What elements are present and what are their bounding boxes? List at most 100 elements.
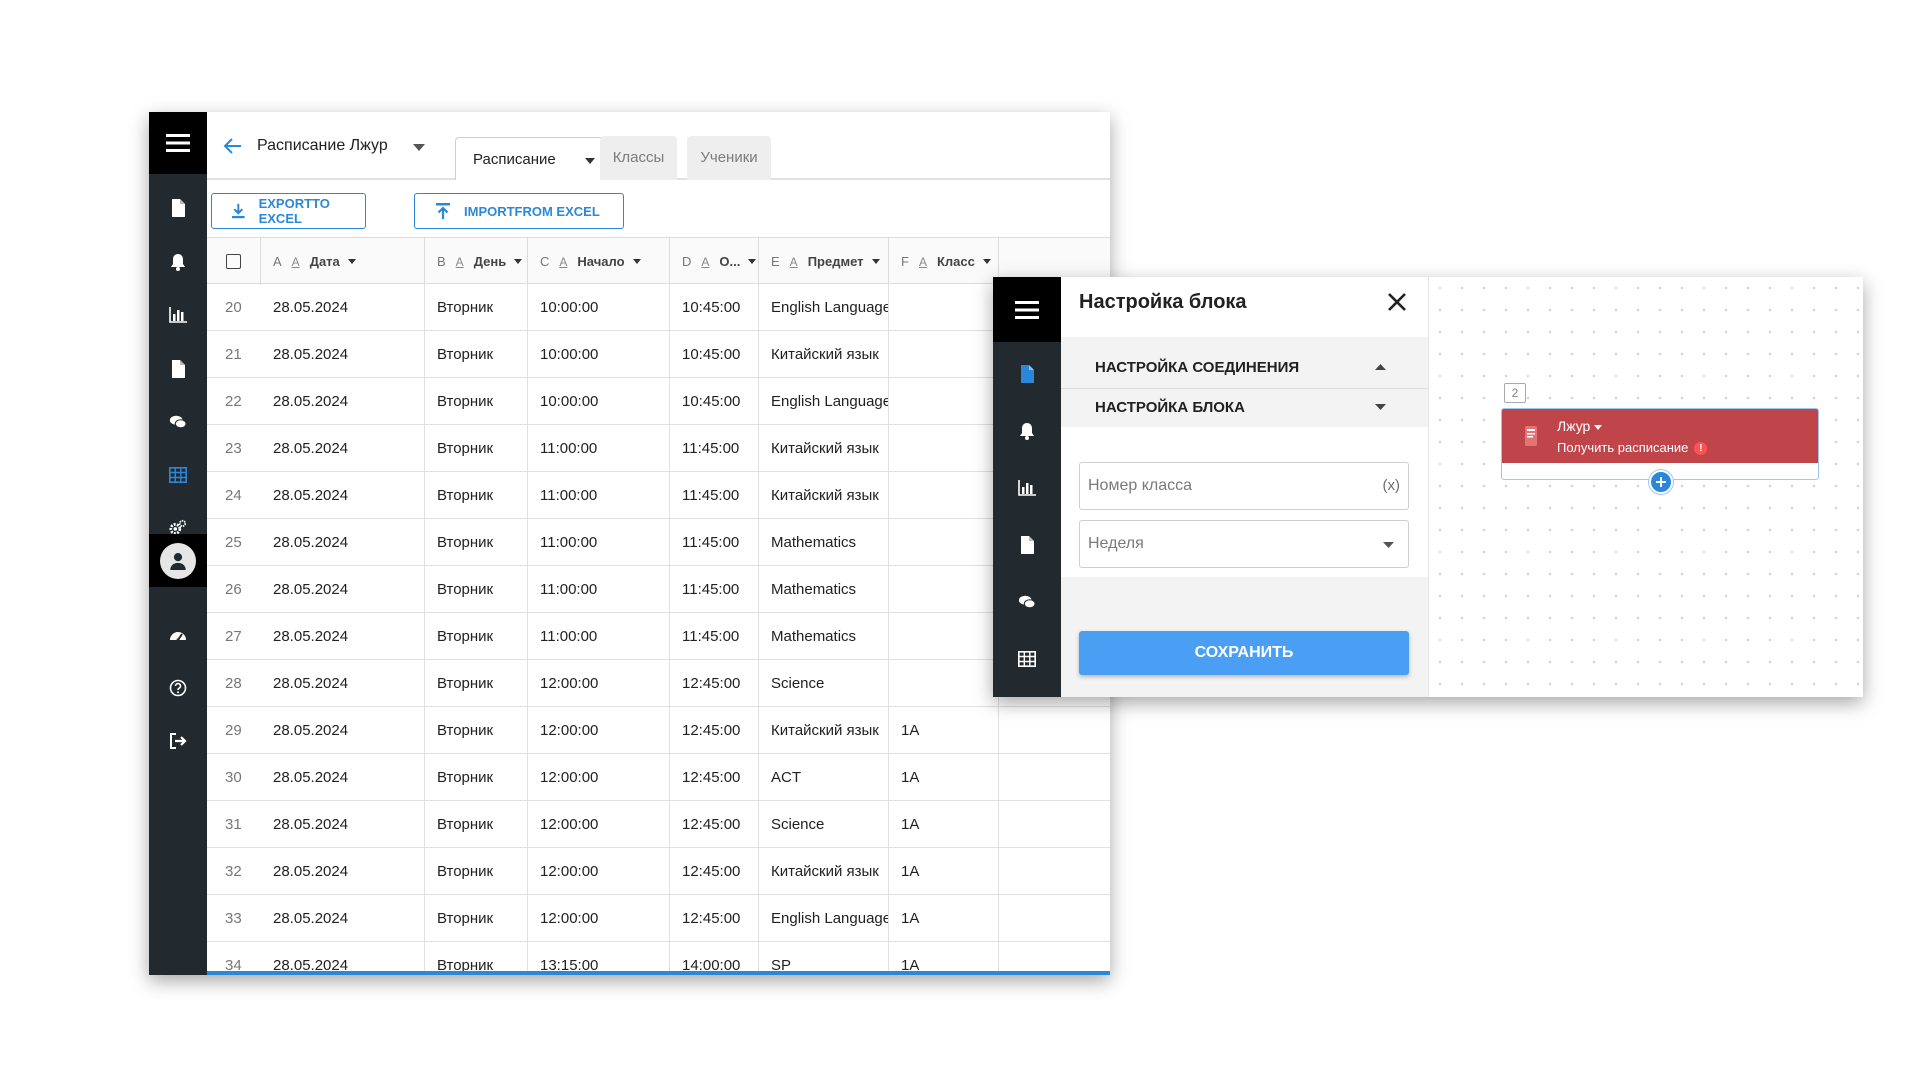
column-header[interactable]: E A Предмет bbox=[759, 238, 889, 285]
table-cell[interactable]: 11:00:00 bbox=[528, 519, 670, 565]
sidebar-item-reports[interactable] bbox=[149, 295, 207, 335]
table-cell[interactable]: 11:00:00 bbox=[528, 613, 670, 659]
table-cell[interactable]: 11:45:00 bbox=[670, 566, 759, 612]
table-cell[interactable]: 28.05.2024 bbox=[261, 660, 425, 706]
table-cell[interactable]: Вторник bbox=[425, 566, 528, 612]
sort-caret-icon[interactable] bbox=[871, 259, 880, 264]
table-row[interactable]: 30 28.05.2024 Вторник 12:00:00 12:45:00 ACT 1A bbox=[207, 754, 1110, 801]
table-cell[interactable]: 28.05.2024 bbox=[261, 284, 425, 330]
column-filter-icon[interactable]: A bbox=[790, 255, 798, 269]
table-cell[interactable]: Mathematics bbox=[759, 566, 889, 612]
column-header[interactable]: C A Начало bbox=[528, 238, 670, 285]
table-cell[interactable]: Китайский язык bbox=[759, 707, 889, 753]
table-cell[interactable]: 12:00:00 bbox=[528, 801, 670, 847]
table-cell[interactable]: 10:45:00 bbox=[670, 378, 759, 424]
table-cell[interactable]: Китайский язык bbox=[759, 331, 889, 377]
table-cell[interactable]: Вторник bbox=[425, 895, 528, 941]
table-cell[interactable]: Вторник bbox=[425, 425, 528, 471]
sidebar-item-documents[interactable] bbox=[149, 188, 207, 228]
table-cell[interactable]: Science bbox=[759, 801, 889, 847]
table-cell[interactable]: 11:00:00 bbox=[528, 472, 670, 518]
table-cell[interactable] bbox=[889, 378, 999, 424]
variable-insert-button[interactable]: (x) bbox=[1383, 477, 1401, 494]
table-row[interactable]: 27 28.05.2024 Вторник 11:00:00 11:45:00 Mathe… bbox=[207, 613, 1110, 660]
table-row[interactable]: 22 28.05.2024 Вторник 10:00:00 10:45:00 Engli… bbox=[207, 378, 1110, 425]
tab-students[interactable]: Ученики bbox=[687, 136, 771, 180]
table-cell[interactable]: 12:45:00 bbox=[670, 895, 759, 941]
tab-schedule[interactable]: Расписание bbox=[455, 137, 610, 180]
table-cell[interactable] bbox=[889, 425, 999, 471]
table-cell[interactable]: 10:45:00 bbox=[670, 331, 759, 377]
column-filter-icon[interactable]: A bbox=[559, 255, 567, 269]
column-header[interactable]: F A Класс bbox=[889, 238, 999, 285]
sidebar-item-chat[interactable] bbox=[149, 402, 207, 442]
table-row[interactable]: 31 28.05.2024 Вторник 12:00:00 12:45:00 Scien… bbox=[207, 801, 1110, 848]
table-cell[interactable]: 10:45:00 bbox=[670, 284, 759, 330]
back-arrow-icon[interactable] bbox=[223, 136, 243, 156]
table-row[interactable]: 28 28.05.2024 Вторник 12:00:00 12:45:00 Scien… bbox=[207, 660, 1110, 707]
table-cell[interactable]: Вторник bbox=[425, 801, 528, 847]
table-cell[interactable]: 11:00:00 bbox=[528, 566, 670, 612]
table-cell[interactable]: 10:00:00 bbox=[528, 284, 670, 330]
table-cell[interactable]: Вторник bbox=[425, 613, 528, 659]
table-cell[interactable]: 12:45:00 bbox=[670, 801, 759, 847]
table-cell[interactable]: 12:45:00 bbox=[670, 848, 759, 894]
sidebar-item-help[interactable] bbox=[149, 668, 207, 708]
week-select[interactable]: Неделя bbox=[1079, 520, 1409, 568]
import-excel-button[interactable]: IMPORTFROM EXCEL bbox=[414, 193, 624, 229]
sidebar-item-chat[interactable] bbox=[993, 582, 1061, 622]
table-cell[interactable]: 10:00:00 bbox=[528, 331, 670, 377]
table-cell[interactable]: 12:45:00 bbox=[670, 660, 759, 706]
section-connection-settings[interactable]: НАСТРОЙКА СОЕДИНЕНИЯ bbox=[1061, 349, 1428, 385]
table-row[interactable]: 24 28.05.2024 Вторник 11:00:00 11:45:00 Китай… bbox=[207, 472, 1110, 519]
column-filter-icon[interactable]: A bbox=[456, 255, 464, 269]
column-filter-icon[interactable]: A bbox=[701, 255, 709, 269]
table-cell[interactable]: 11:45:00 bbox=[670, 472, 759, 518]
table-cell[interactable]: English Language bbox=[759, 284, 889, 330]
save-button[interactable]: СОХРАНИТЬ bbox=[1079, 631, 1409, 675]
sort-caret-icon[interactable] bbox=[514, 259, 523, 264]
table-cell[interactable]: Вторник bbox=[425, 472, 528, 518]
table-cell[interactable]: Вторник bbox=[425, 660, 528, 706]
table-cell[interactable]: Вторник bbox=[425, 519, 528, 565]
table-cell[interactable]: 10:00:00 bbox=[528, 378, 670, 424]
table-cell[interactable]: Mathematics bbox=[759, 613, 889, 659]
sidebar-item-documents[interactable] bbox=[993, 354, 1061, 394]
table-cell[interactable]: 12:45:00 bbox=[670, 754, 759, 800]
table-cell[interactable]: 28.05.2024 bbox=[261, 754, 425, 800]
table-cell[interactable]: 11:45:00 bbox=[670, 425, 759, 471]
table-cell[interactable]: Китайский язык bbox=[759, 472, 889, 518]
table-cell[interactable]: 12:00:00 bbox=[528, 754, 670, 800]
table-cell[interactable]: 12:00:00 bbox=[528, 660, 670, 706]
table-cell[interactable]: 28.05.2024 bbox=[261, 848, 425, 894]
table-cell[interactable]: Вторник bbox=[425, 284, 528, 330]
table-cell[interactable]: 1A bbox=[889, 801, 999, 847]
table-cell[interactable] bbox=[889, 660, 999, 706]
sidebar-item-notifications[interactable] bbox=[149, 242, 207, 282]
sidebar-item-logout[interactable] bbox=[149, 721, 207, 761]
table-cell[interactable]: 12:45:00 bbox=[670, 707, 759, 753]
tab-classes[interactable]: Классы bbox=[600, 136, 677, 180]
table-cell[interactable] bbox=[889, 519, 999, 565]
table-cell[interactable]: 1A bbox=[889, 707, 999, 753]
table-cell[interactable]: ACT bbox=[759, 754, 889, 800]
select-all-checkbox[interactable] bbox=[226, 254, 241, 269]
table-cell[interactable]: 28.05.2024 bbox=[261, 895, 425, 941]
flow-node[interactable]: Лжур Получить расписание! bbox=[1501, 408, 1819, 494]
add-node-button[interactable] bbox=[1649, 470, 1673, 494]
table-cell[interactable] bbox=[889, 566, 999, 612]
table-cell[interactable]: 1A bbox=[889, 754, 999, 800]
node-name[interactable]: Лжур bbox=[1557, 418, 1603, 434]
export-excel-button[interactable]: EXPORTTO EXCEL bbox=[211, 193, 366, 229]
column-header[interactable]: A A Дата bbox=[261, 238, 425, 285]
table-cell[interactable]: 28.05.2024 bbox=[261, 378, 425, 424]
table-cell[interactable]: 11:45:00 bbox=[670, 613, 759, 659]
table-row[interactable]: 33 28.05.2024 Вторник 12:00:00 12:45:00 Engli… bbox=[207, 895, 1110, 942]
table-row[interactable]: 29 28.05.2024 Вторник 12:00:00 12:45:00 Китай… bbox=[207, 707, 1110, 754]
section-block-settings[interactable]: НАСТРОЙКА БЛОКА bbox=[1061, 389, 1428, 425]
sidebar-item-files[interactable] bbox=[993, 525, 1061, 565]
table-cell[interactable]: 12:00:00 bbox=[528, 848, 670, 894]
table-cell[interactable]: 1A bbox=[889, 848, 999, 894]
table-row[interactable]: 25 28.05.2024 Вторник 11:00:00 11:45:00 Mathe… bbox=[207, 519, 1110, 566]
menu-button[interactable] bbox=[993, 277, 1061, 342]
